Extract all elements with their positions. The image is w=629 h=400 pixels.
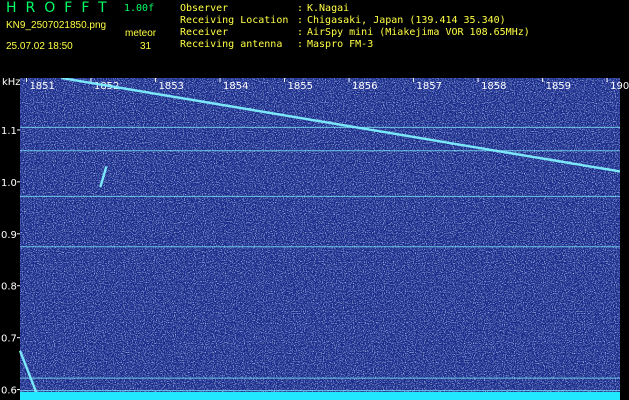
info-sep: :: [297, 27, 304, 38]
spectrogram-panel: kHz 185118521853185418551856185718581859…: [0, 78, 629, 400]
y-tick-label: 1.0: [1, 178, 17, 189]
y-tick-label: 0.8: [1, 282, 17, 293]
bottom-signal-band: [20, 392, 620, 400]
detection-count: 31: [140, 41, 152, 52]
x-tick-label: 1856: [352, 81, 377, 92]
date-time: 25.07.02 18:50: [6, 41, 73, 52]
info-sep: :: [297, 39, 304, 50]
x-tick-label: 1854: [223, 81, 248, 92]
info-value-observer: K.Nagai: [307, 3, 350, 14]
plot-noise: [20, 78, 620, 400]
info-label-location: Receiving Location: [180, 15, 289, 26]
x-tick-label: 1853: [158, 81, 183, 92]
x-tick-label: 1859: [546, 81, 571, 92]
y-tick-label: 1.1: [1, 126, 17, 137]
y-tick-label: 0.9: [1, 230, 17, 241]
info-sep: :: [297, 15, 304, 26]
header-panel: HROFFT 1.00f KN9_2507021850.png meteor 2…: [0, 0, 629, 78]
info-value-antenna: Maspro FM-3: [307, 39, 374, 50]
y-tick-label: 0.7: [1, 334, 17, 345]
mode-label: meteor: [125, 28, 157, 39]
x-tick-label: 1855: [288, 81, 313, 92]
x-tick-label: 1900: [610, 81, 629, 92]
app-title: HROFFT: [6, 0, 116, 16]
info-value-receiver: AirSpy mini (Miakejima VOR 108.65MHz): [307, 27, 530, 38]
info-label-antenna: Receiving antenna: [180, 39, 283, 50]
x-tick-label: 1857: [417, 81, 442, 92]
spectrogram-chart: kHz 185118521853185418551856185718581859…: [1, 78, 629, 400]
y-axis-unit-label: kHz: [2, 78, 21, 88]
file-name: KN9_2507021850.png: [6, 20, 107, 31]
x-tick-label: 1858: [481, 81, 506, 92]
app-version: 1.00f: [124, 3, 155, 14]
info-value-location: Chigasaki, Japan (139.414 35.340): [307, 15, 506, 26]
y-tick-label: 0.6: [1, 386, 17, 397]
info-label-observer: Observer: [180, 3, 229, 14]
info-sep: :: [297, 3, 304, 14]
info-label-receiver: Receiver: [180, 27, 229, 38]
x-tick-label: 1851: [29, 81, 54, 92]
